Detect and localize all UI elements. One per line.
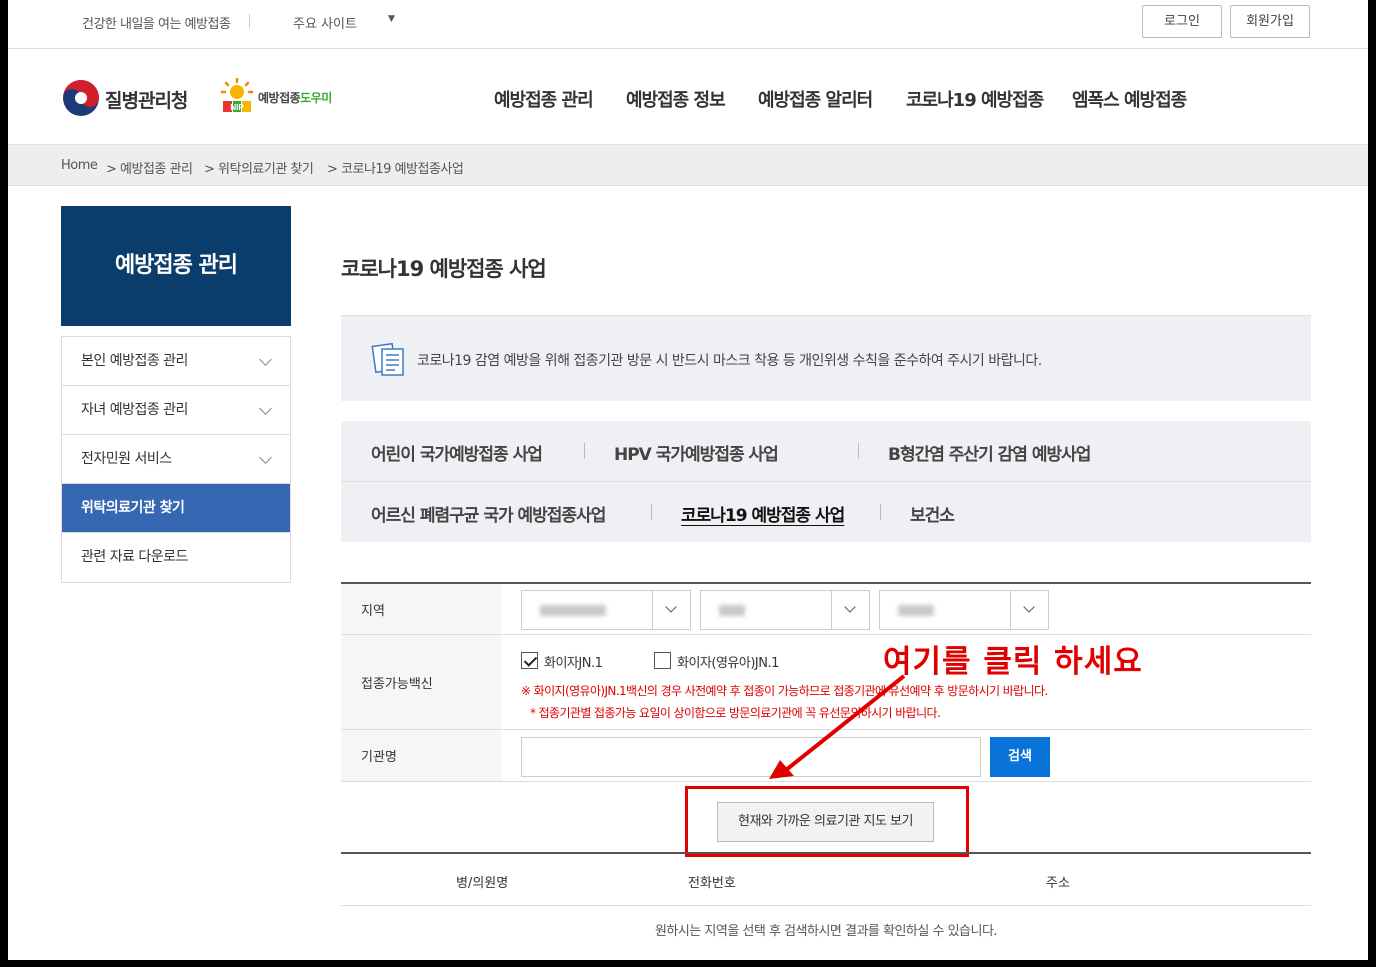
results-table: 병/의원명 전화번호 주소 원하시는 지역을 선택 후 검색하시면 결과를 확인… [341,852,1311,939]
tab-elderly-pneumococcal[interactable]: 어르신 폐렴구균 국가 예방접종사업 [371,501,606,526]
selected-value-blurred [898,605,934,616]
column-header-address: 주소 [1046,876,1070,891]
gnb-item-vaccination-alert[interactable]: 예방접종 알리터 [758,86,873,112]
vaccine-label: 접종가능백신 [341,635,501,729]
chevron-down-icon[interactable] [1010,591,1048,629]
program-tabs: 어린이 국가예방접종 사업 HPV 국가예방접종 사업 B형간염 주산기 감염 … [341,421,1311,542]
annotation-text: 여기를 클릭 하세요 [883,644,1143,680]
breadcrumb-item[interactable]: > 예방접종 관리 [106,158,193,177]
nip-logo-label[interactable]: 예방접종도우미 [258,89,332,106]
gnb-item-vaccination-management[interactable]: 예방접종 관리 [494,86,594,112]
divider [858,443,859,459]
divider [651,504,652,520]
login-button[interactable]: 로그인 [1142,5,1222,38]
table-header: 병/의원명 전화번호 주소 [341,854,1311,906]
name-row: 기관명 검색 [341,730,1311,782]
chevron-down-icon [259,451,272,464]
gnb-item-vaccination-info[interactable]: 예방접종 정보 [626,86,726,112]
chevron-down-icon[interactable] [652,591,690,629]
divider [880,504,881,520]
column-header-clinic: 병/의원명 [456,876,509,891]
sidebar-item-label: 위탁의료기관 찾기 [81,500,185,516]
sidebar-item-e-civil[interactable]: 전자민원 서비스 [62,435,290,484]
sidebar-menu: 본인 예방접종 관리 자녀 예방접종 관리 전자민원 서비스 위탁의료기관 찾기… [61,336,291,583]
sidebar-item-label: 본인 예방접종 관리 [81,353,188,369]
checkbox-label[interactable]: 화이자JN.1 [544,652,603,671]
breadcrumb-item[interactable]: > 위탁의료기관 찾기 [204,158,314,177]
chevron-down-icon[interactable]: ▼ [388,14,395,24]
selected-value-blurred [719,605,745,616]
sidebar-item-find-clinic[interactable]: 위탁의료기관 찾기 [62,484,290,533]
breadcrumb-home[interactable]: Home [61,158,98,173]
chevron-down-icon [259,353,272,366]
sidebar-item-children[interactable]: 자녀 예방접종 관리 [62,386,290,435]
page-title: 코로나19 예방접종 사업 [341,257,547,281]
warning-text: * 접종기관별 접종가능 요일이 상이함으로 방문의료기관에 꼭 유선문의하시기… [530,706,941,720]
column-header-phone: 전화번호 [688,876,736,891]
chevron-down-icon[interactable] [831,591,869,629]
divider [584,443,585,459]
gnb-item-mpox[interactable]: 엠폭스 예방접종 [1072,86,1187,112]
notice-text: 코로나19 감염 예방을 위해 접종기관 방문 시 반드시 마스크 착용 등 개… [417,353,1042,369]
search-button[interactable]: 검색 [990,737,1050,777]
vaccine-row: 접종가능백신 화이자JN.1 화이자(영유아)JN.1 ※ 화이지(영유아)JN… [341,635,1311,730]
gnb-item-covid19[interactable]: 코로나19 예방접종 [906,86,1044,112]
utility-bar: 건강한 내일을 여는 예방접종 주요 사이트 ▼ 로그인 회원가입 [8,0,1368,49]
kdca-logo-icon[interactable] [61,78,101,118]
nip-logo-icon[interactable]: NIP [214,78,260,114]
chevron-down-icon [259,402,272,415]
region-select-city[interactable] [700,590,870,630]
breadcrumb-item-current[interactable]: > 코로나19 예방접종사업 [327,158,464,177]
region-select-province[interactable] [521,590,691,630]
warning-text: ※ 화이지(영유아)JN.1백신의 경우 사전예약 후 접종이 가능하므로 접종… [521,684,1048,698]
sidebar-item-personal[interactable]: 본인 예방접종 관리 [62,337,290,386]
sidebar-item-label: 전자민원 서비스 [81,451,172,467]
tab-children[interactable]: 어린이 국가예방접종 사업 [371,440,543,465]
search-form: 지역 접종가능백신 화이자JN.1 화이자(영유아)JN.1 ※ 화이지(영유아… [341,582,1311,782]
slogan: 건강한 내일을 여는 예방접종 [82,17,231,32]
agency-name[interactable]: 질병관리청 [105,86,188,113]
tab-hepatitis-b[interactable]: B형간염 주산기 감염 예방사업 [888,440,1091,465]
region-label: 지역 [341,584,501,634]
empty-result-message: 원하시는 지역을 선택 후 검색하시면 결과를 확인하실 수 있습니다. [654,924,998,939]
document-icon [371,342,404,376]
breadcrumb: Home > 예방접종 관리 > 위탁의료기관 찾기 > 코로나19 예방접종사… [8,144,1368,186]
site-header: 질병관리청 NIP 예방접종도우미 예방접종 관리 예방접종 정보 예방접종 알… [8,50,1368,144]
tab-covid19[interactable]: 코로나19 예방접종 사업 [681,501,845,526]
divider [249,14,250,28]
institution-name-label: 기관명 [341,730,501,781]
sidebar-item-label: 자녀 예방접종 관리 [81,402,188,418]
checkbox-label[interactable]: 화이자(영유아)JN.1 [677,652,779,671]
main-sites-dropdown[interactable]: 주요 사이트 [293,13,357,32]
divider [341,481,1311,482]
tab-hpv[interactable]: HPV 국가예방접종 사업 [614,440,779,465]
sidebar-item-label: 관련 자료 다운로드 [81,549,188,565]
sidebar-title: 예방접종 관리 [61,206,291,326]
highlight-box [685,786,969,857]
nip-label-b: 도우미 [300,91,332,105]
tab-health-center[interactable]: 보건소 [910,501,955,526]
signup-button[interactable]: 회원가입 [1230,5,1310,38]
checkbox-pfizer-jn1[interactable] [521,652,538,669]
browser-page: 건강한 내일을 여는 예방접종 주요 사이트 ▼ 로그인 회원가입 질병관리청 … [8,0,1368,960]
region-row: 지역 [341,584,1311,635]
institution-name-input[interactable] [521,737,981,777]
nip-label-a: 예방접종 [258,91,301,105]
notice-box: 코로나19 감염 예방을 위해 접종기관 방문 시 반드시 마스크 착용 등 개… [341,315,1311,401]
checkbox-pfizer-infant-jn1[interactable] [654,652,671,669]
nip-logo-text: NIP [230,103,244,112]
selected-value-blurred [540,605,606,616]
sidebar-item-downloads[interactable]: 관련 자료 다운로드 [62,533,290,582]
region-select-district[interactable] [879,590,1049,630]
